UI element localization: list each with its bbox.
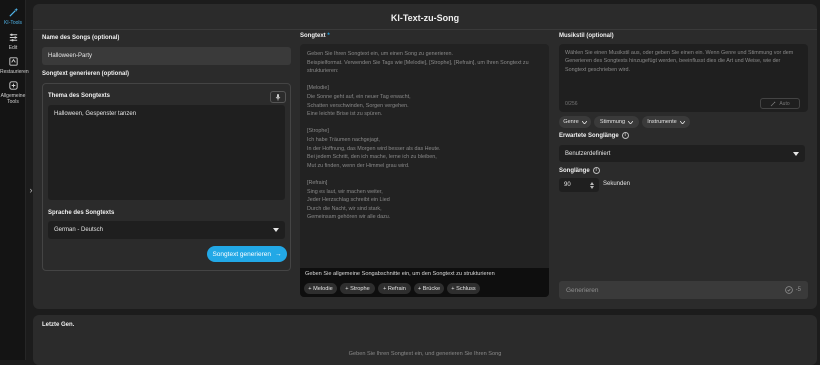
sidebar-item-label: Restaurieren — [0, 69, 29, 75]
info-icon[interactable]: i — [592, 167, 600, 174]
add-schluss-chip[interactable]: + Schluss — [447, 283, 480, 294]
sidebar-item-label: Edit — [8, 45, 18, 51]
arrow-right-icon: → — [275, 250, 282, 258]
duration-unit: Sekunden — [603, 181, 631, 187]
header-divider — [33, 29, 817, 30]
add-melodie-chip[interactable]: + Melodie — [304, 283, 337, 294]
generate-lyrics-button[interactable]: Songtext generieren → — [207, 246, 287, 262]
lyrics-textarea[interactable]: Geben Sie Ihren Songtext ein, um einen S… — [300, 44, 549, 297]
language-value: German - Deutsch — [54, 227, 104, 233]
credit-cost-value: -5 — [795, 287, 801, 293]
expected-length-select[interactable]: Benutzerdefiniert — [559, 145, 805, 162]
generate-lyrics-button-label: Songtext generieren — [212, 250, 272, 258]
instruments-label: Instrumente — [647, 119, 677, 125]
sidebar-item-label: Allgemeine Tools — [0, 93, 26, 105]
genre-label: Genre — [563, 119, 579, 125]
restore-icon — [8, 57, 18, 66]
caret-down-icon — [273, 228, 279, 232]
lyrics-placeholder: Geben Sie Ihren Songtext ein, um einen S… — [307, 51, 529, 221]
music-style-label: Musikstil (optional) — [559, 33, 614, 39]
generate-lyrics-label: Songtext generieren (optional) — [42, 71, 130, 77]
topic-label: Thema des Songtexts — [48, 93, 111, 99]
main-panel: KI-Text-zu-Song Name des Songs (optional… — [33, 4, 817, 309]
music-style-placeholder: Wählen Sie einen Musikstil aus, oder geb… — [565, 50, 794, 73]
voice-input-button[interactable] — [270, 91, 286, 103]
expected-length-text: Erwartete Songlänge — [559, 133, 619, 140]
language-select[interactable]: German - Deutsch — [48, 221, 285, 239]
expected-length-value: Benutzerdefiniert — [565, 150, 611, 157]
add-refrain-chip[interactable]: + Refrain — [378, 283, 411, 294]
duration-label-text: Songlänge — [559, 168, 590, 175]
tools-icon — [8, 81, 18, 90]
caret-down-icon — [793, 151, 799, 156]
sliders-icon — [9, 33, 17, 42]
add-bruecke-chip[interactable]: + Brücke — [414, 283, 444, 294]
mood-label: Stimmung — [599, 119, 626, 125]
duration-label: Songlänge i — [559, 167, 600, 174]
song-name-value: Halloween-Party — [48, 53, 93, 59]
sidebar-item-ki-tools[interactable]: KI-Tools — [0, 7, 26, 26]
language-label: Sprache des Songtexts — [48, 210, 115, 216]
lyrics-label-text: Songtext — [300, 33, 326, 39]
instruments-dropdown[interactable]: Instrumente — [642, 116, 690, 128]
song-name-input[interactable]: Halloween-Party — [42, 47, 291, 65]
topic-textarea[interactable]: Halloween, Gespenster tanzen — [48, 105, 285, 200]
generate-song-label: Generieren — [566, 286, 599, 294]
credit-cost: -5 — [784, 286, 801, 294]
genre-dropdown[interactable]: Genre — [559, 116, 591, 128]
chevron-down-icon — [581, 120, 587, 124]
microphone-icon — [275, 94, 281, 101]
credit-coin-icon — [784, 286, 793, 294]
section-toolbar: Geben Sie allgemeine Songabschnitte ein,… — [300, 268, 549, 297]
stepper-arrows-icon[interactable] — [590, 181, 594, 189]
auto-button-label: Auto — [779, 100, 790, 107]
song-name-label: Name des Songs (optional) — [42, 35, 120, 41]
sidebar-item-edit[interactable]: Edit — [0, 32, 26, 51]
sidebar-item-allgemeine-tools[interactable]: Allgemeine Tools — [0, 80, 26, 105]
music-style-textarea[interactable]: Wählen Sie einen Musikstil aus, oder geb… — [559, 44, 808, 112]
expected-length-label: Erwartete Songlänge i — [559, 132, 629, 139]
sidebar-item-restaurieren[interactable]: Restaurieren — [0, 56, 29, 75]
page-title: KI-Text-zu-Song — [390, 13, 460, 23]
chevron-down-icon — [679, 120, 685, 124]
auto-style-button[interactable]: Auto — [760, 98, 800, 109]
required-mark: * — [327, 33, 330, 39]
mood-dropdown[interactable]: Stimmung — [594, 116, 639, 128]
section-hint: Geben Sie allgemeine Songabschnitte ein,… — [305, 271, 495, 277]
lyrics-label: Songtext * — [300, 33, 330, 39]
duration-input[interactable]: 90 — [559, 178, 599, 192]
sidebar: KI-Tools Edit Restaurieren Allgemeine To… — [0, 0, 29, 360]
add-strophe-chip[interactable]: + Strophe — [340, 283, 375, 294]
recent-title: Letzte Gen. — [42, 322, 75, 328]
chevron-down-icon — [628, 120, 634, 124]
duration-value: 90 — [564, 182, 571, 188]
recent-empty-text: Geben Sie Ihren Songtext ein, und generi… — [348, 351, 502, 357]
magic-wand-icon — [8, 7, 18, 17]
magic-wand-icon — [771, 101, 776, 106]
generate-song-button[interactable]: Generieren -5 — [559, 281, 808, 299]
topic-value: Halloween, Gespenster tanzen — [54, 111, 137, 117]
sidebar-item-label: KI-Tools — [3, 20, 23, 26]
lyrics-generator-box: Thema des Songtexts Halloween, Gespenste… — [42, 83, 291, 271]
recent-generations-panel: Letzte Gen. Geben Sie Ihren Songtext ein… — [33, 315, 817, 365]
info-icon[interactable]: i — [621, 132, 629, 139]
style-char-counter: 0/256 — [565, 101, 578, 107]
